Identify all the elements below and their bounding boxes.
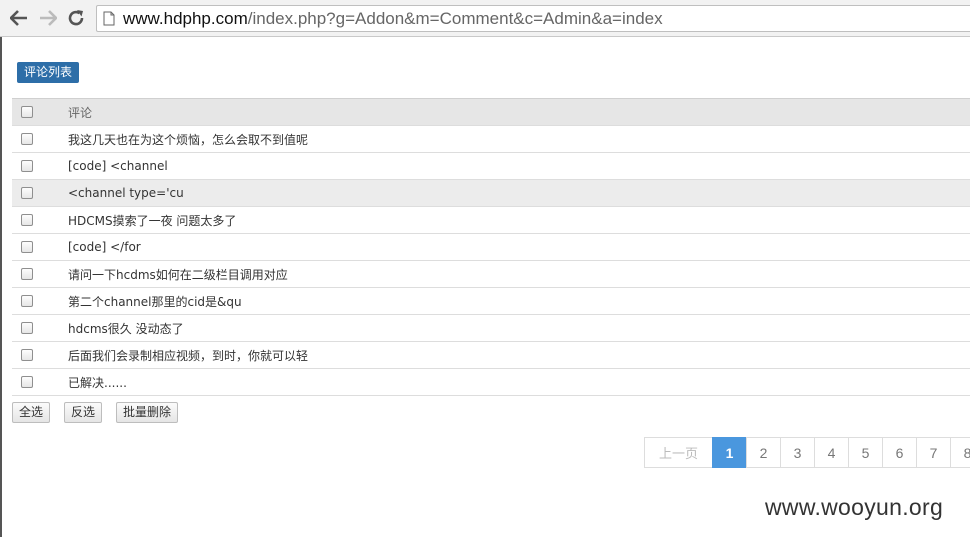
page-1[interactable]: 1: [712, 437, 747, 468]
page-7[interactable]: 7: [916, 437, 951, 468]
batch-delete-button[interactable]: 批量删除: [116, 402, 179, 423]
comment-text[interactable]: [code] </for: [68, 240, 141, 254]
comment-text[interactable]: 后面我们会录制相应视频，到时，你就可以轻: [68, 347, 308, 364]
page-4[interactable]: 4: [814, 437, 849, 468]
table-header: 评论: [12, 98, 970, 126]
row-checkbox[interactable]: [21, 133, 33, 145]
invert-selection-button[interactable]: 反选: [64, 402, 103, 423]
reload-icon[interactable]: [65, 7, 87, 29]
select-all-button[interactable]: 全选: [12, 402, 51, 423]
page-8[interactable]: 8: [950, 437, 970, 468]
prev-page-button[interactable]: 上一页: [644, 437, 713, 468]
watermark: www.wooyun.org: [765, 494, 944, 520]
page-6[interactable]: 6: [882, 437, 917, 468]
table-row: 已解决......: [12, 369, 970, 396]
table-row: [code] <channel: [12, 153, 970, 180]
table-row: 请问一下hcdms如何在二级栏目调用对应: [12, 261, 970, 288]
comment-text[interactable]: HDCMS摸索了一夜 问题太多了: [68, 212, 236, 229]
comment-text[interactable]: 我这几天也在为这个烦恼，怎么会取不到值呢: [68, 131, 308, 148]
page-5[interactable]: 5: [848, 437, 883, 468]
row-checkbox[interactable]: [21, 295, 33, 307]
pagination: 上一页 1 2 3 4 5 6 7 8: [644, 437, 970, 468]
comment-text[interactable]: hdcms很久 没动态了: [68, 320, 184, 337]
comment-text[interactable]: 已解决......: [68, 374, 127, 391]
column-header-comment: 评论: [68, 105, 93, 120]
comment-text[interactable]: <channel type='cu: [68, 186, 184, 200]
select-all-checkbox[interactable]: [21, 106, 33, 118]
browser-toolbar: www.hdphp.com/index.php?g=Addon&m=Commen…: [0, 0, 970, 37]
table-row: HDCMS摸索了一夜 问题太多了: [12, 207, 970, 234]
page-2[interactable]: 2: [746, 437, 781, 468]
bulk-actions: 全选 反选 批量删除: [12, 402, 192, 423]
back-icon[interactable]: [8, 7, 30, 29]
window-edge: [0, 37, 2, 537]
url-path: /index.php?g=Addon&m=Comment&c=Admin&a=i…: [247, 8, 663, 28]
row-checkbox[interactable]: [21, 241, 33, 253]
table-row: hdcms很久 没动态了: [12, 315, 970, 342]
row-checkbox[interactable]: [21, 187, 33, 199]
row-checkbox[interactable]: [21, 268, 33, 280]
row-checkbox[interactable]: [21, 349, 33, 361]
url-host: www.hdphp.com: [123, 8, 248, 28]
address-bar[interactable]: www.hdphp.com/index.php?g=Addon&m=Commen…: [96, 5, 970, 32]
table-row: [code] </for: [12, 234, 970, 261]
comment-table: 评论 我这几天也在为这个烦恼，怎么会取不到值呢 [code] <channel …: [12, 98, 970, 396]
forward-icon[interactable]: [37, 7, 59, 29]
table-row: <channel type='cu: [12, 180, 970, 207]
page-icon: [103, 11, 115, 26]
comment-list-tab[interactable]: 评论列表: [17, 62, 80, 83]
row-checkbox[interactable]: [21, 376, 33, 388]
table-row: 后面我们会录制相应视频，到时，你就可以轻: [12, 342, 970, 369]
row-checkbox[interactable]: [21, 322, 33, 334]
row-checkbox[interactable]: [21, 160, 33, 172]
table-row: 第二个channel那里的cid是&qu: [12, 288, 970, 315]
table-row: 我这几天也在为这个烦恼，怎么会取不到值呢: [12, 126, 970, 153]
row-checkbox[interactable]: [21, 214, 33, 226]
comment-text[interactable]: 请问一下hcdms如何在二级栏目调用对应: [68, 266, 288, 283]
comment-text[interactable]: 第二个channel那里的cid是&qu: [68, 293, 242, 310]
page-3[interactable]: 3: [780, 437, 815, 468]
comment-text[interactable]: [code] <channel: [68, 159, 168, 173]
